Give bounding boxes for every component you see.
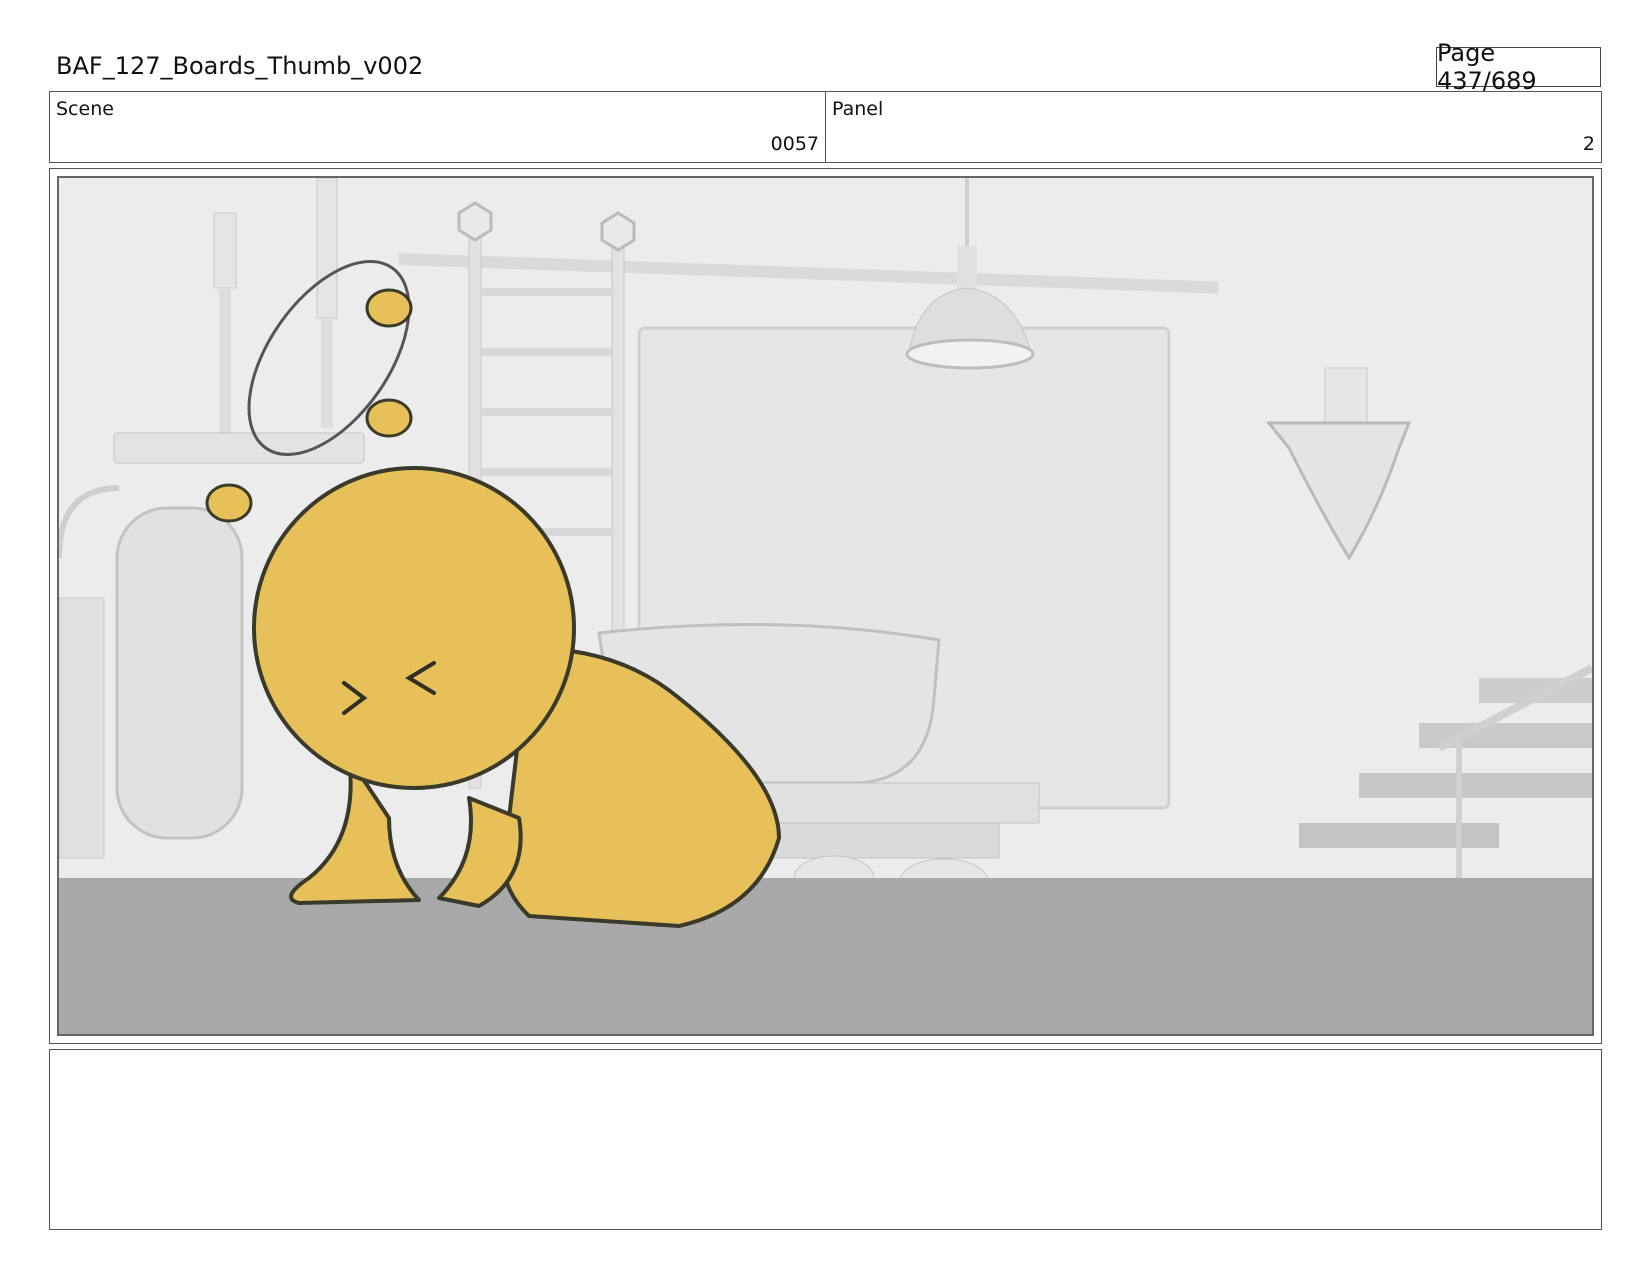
panel-label: Panel [832,98,884,120]
storyboard-panel [49,168,1602,1044]
scene-panel-info: Scene 0057 Panel 2 [49,91,1602,163]
panel-cell: Panel 2 [825,92,1601,162]
panel-number: 2 [1582,133,1595,155]
scene-cell: Scene 0057 [50,92,825,162]
panel-image [57,176,1594,1036]
page-number: Page 437/689 [1436,39,1601,95]
scene-number: 0057 [770,133,819,155]
panel-notes [49,1049,1602,1230]
scene-label: Scene [56,98,114,120]
document-title: BAF_127_Boards_Thumb_v002 [56,52,424,80]
panel-drawing [59,178,1592,1034]
